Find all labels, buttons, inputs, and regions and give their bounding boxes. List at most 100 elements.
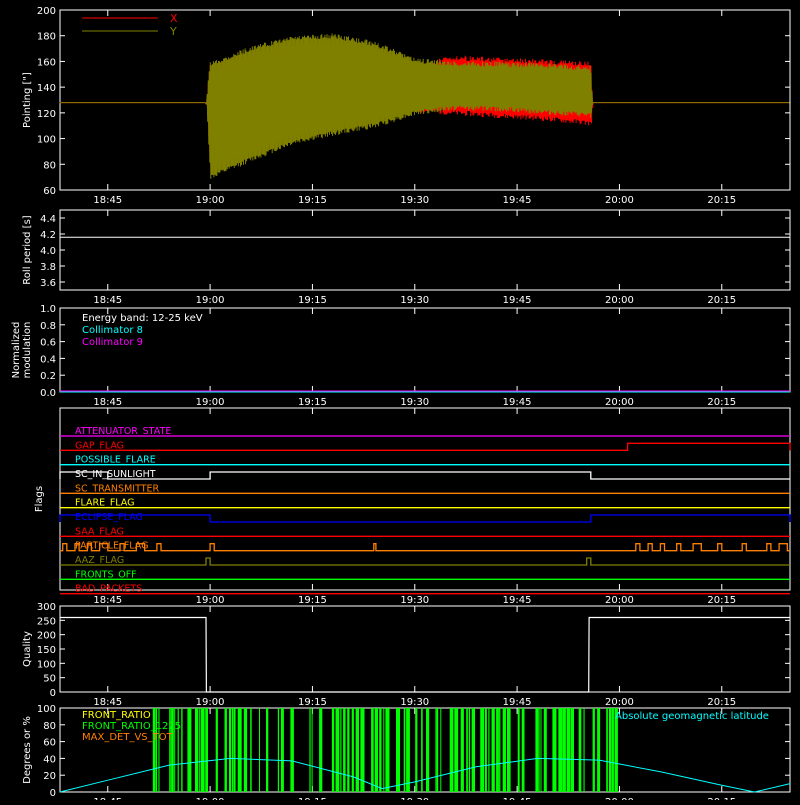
front-ratio-1225-bar [471,708,475,792]
front-ratio-1225-bar [606,708,608,792]
y-axis-label: Pointing ["] [22,72,33,128]
y-tick-label: 140 [37,83,56,94]
legend-geomag: Absolute geomagnetic latitude [615,711,769,722]
flag-label: ECLIPSE_FLAG [75,512,143,523]
y-tick-label: 60 [43,186,56,197]
front-ratio-1225-bar [491,708,495,792]
front-ratio-1225-bar [558,708,561,792]
x-tick-label: 20:00 [605,697,634,708]
front-ratio-1225-bar [403,708,406,792]
y-axis-label: modulation [22,322,33,379]
flag-label: PARTICLE_FLAG [75,541,148,552]
front-ratio-1225-bar [561,708,563,792]
y-axis-label: Degrees or % [22,716,33,784]
x-tick-label: 20:00 [605,295,634,306]
x-tick-label: 18:45 [93,195,122,206]
front-ratio-1225-bar [499,708,501,792]
y-tick-label: 120 [37,109,56,120]
flag-label: SAA_FLAG [75,526,124,537]
front-ratio-1225-bar [415,708,418,792]
y-tick-label: 80 [43,160,56,171]
y-tick-label: 1.0 [40,304,56,315]
front-ratio-1225-bar [250,708,252,792]
y-tick-label: 300 [37,602,56,613]
front-ratio-1225-bar [454,708,459,792]
front-ratio-1225-bar [552,708,557,792]
y-tick-label: 0.6 [40,338,56,349]
legend-entry-2: MAX_DET_VS_TOT [82,732,174,743]
front-ratio-1225-bar [507,708,511,792]
observation-summary-figure: 18:45 19:00 19:15 19:30 19:45 20:00 20:15 60 80 1… [0,0,800,805]
front-ratio-1225-bar [480,708,485,792]
x-tick-label: 19:15 [298,295,327,306]
x-tick-label: 20:00 [605,397,634,408]
x-tick-label: 19:00 [196,595,225,606]
x-tick-label: 19:30 [400,595,429,606]
front-ratio-1225-bar [383,708,385,792]
front-ratio-1225-bar [611,708,614,792]
front-ratio-1225-bar [232,708,234,792]
front-ratio-1225-bar [437,708,439,792]
y-axis-label: Roll period [s] [22,215,33,284]
x-tick-label: 19:15 [298,595,327,606]
front-ratio-1225-bar [535,708,539,792]
x-tick-label: 18:45 [93,397,122,408]
front-ratio-1225-bar [538,708,540,792]
legend-entry-0: FRONT_RATIO [82,710,151,721]
y-tick-label: 20 [43,771,56,782]
annotation-1: Collimator 8 [82,325,143,336]
figure-canvas: 18:45 19:00 19:15 19:30 19:45 20:00 20:15 60 80 1… [0,0,800,805]
front-ratio-1225-bar [517,708,520,792]
flag-label: SC_IN_SUNLIGHT [75,469,156,480]
x-tick-label: 19:45 [503,595,532,606]
front-ratio-1225-bar [502,708,506,792]
front-ratio-1225-bar [566,708,571,792]
y-tick-label: 0 [50,688,56,699]
front-ratio-1225-bar [319,708,323,792]
front-ratio-1225-bar [347,708,350,792]
front-ratio-1225-bar [440,708,442,792]
y-tick-label: 100 [37,704,56,715]
front-ratio-1225-bar [379,708,382,792]
x-tick-label: 18:45 [93,295,122,306]
y-tick-label: 0.0 [40,388,56,399]
front-ratio-1225-bar [570,708,574,792]
front-ratio-1225-bar [521,708,525,792]
front-ratio-1225-bar [485,708,487,792]
front-ratio-1225-bar [335,708,340,792]
x-tick-label: 19:30 [400,697,429,708]
front-ratio-1225-bar [374,708,378,792]
front-ratio-1225-bar [583,708,585,792]
front-ratio-1225-bar [266,708,269,792]
front-ratio-1225-bar [360,708,365,792]
front-ratio-1225-bar [592,708,595,792]
annotation-0: Energy band: 12-25 keV [82,313,203,324]
y-tick-label: 150 [37,645,56,656]
y-axis-label: Normalized [11,322,22,379]
flag-label: SC_TRANSMITTER [75,483,160,494]
front-ratio-1225-bar [488,708,490,792]
x-tick-label: 19:30 [400,195,429,206]
front-ratio-1225-bar [187,708,192,792]
front-ratio-1225-bar [243,708,248,792]
front-ratio-1225-bar [563,708,566,792]
y-tick-label: 100 [37,135,56,146]
front-ratio-1225-bar [540,708,542,792]
y-tick-label: 0.4 [40,354,56,365]
front-ratio-1225-bar [385,708,390,792]
front-ratio-1225-bar [277,708,280,792]
x-tick-label: 19:45 [503,295,532,306]
flag-label: FRONTS_OFF [75,569,137,580]
y-tick-label: 180 [37,32,56,43]
y-tick-label: 200 [37,6,56,17]
front-ratio-1225-bar [229,708,232,792]
x-tick-label: 19:00 [196,697,225,708]
x-tick-label: 20:15 [707,595,736,606]
front-ratio-1225-bar [237,708,242,792]
x-tick-label: 19:15 [298,697,327,708]
y-tick-label: 0 [50,788,56,799]
front-ratio-1225-bar [199,708,201,792]
flag-label: POSSIBLE_FLARE [75,455,156,466]
front-ratio-1225-bar [290,708,294,792]
front-ratio-1225-bar [309,708,311,792]
